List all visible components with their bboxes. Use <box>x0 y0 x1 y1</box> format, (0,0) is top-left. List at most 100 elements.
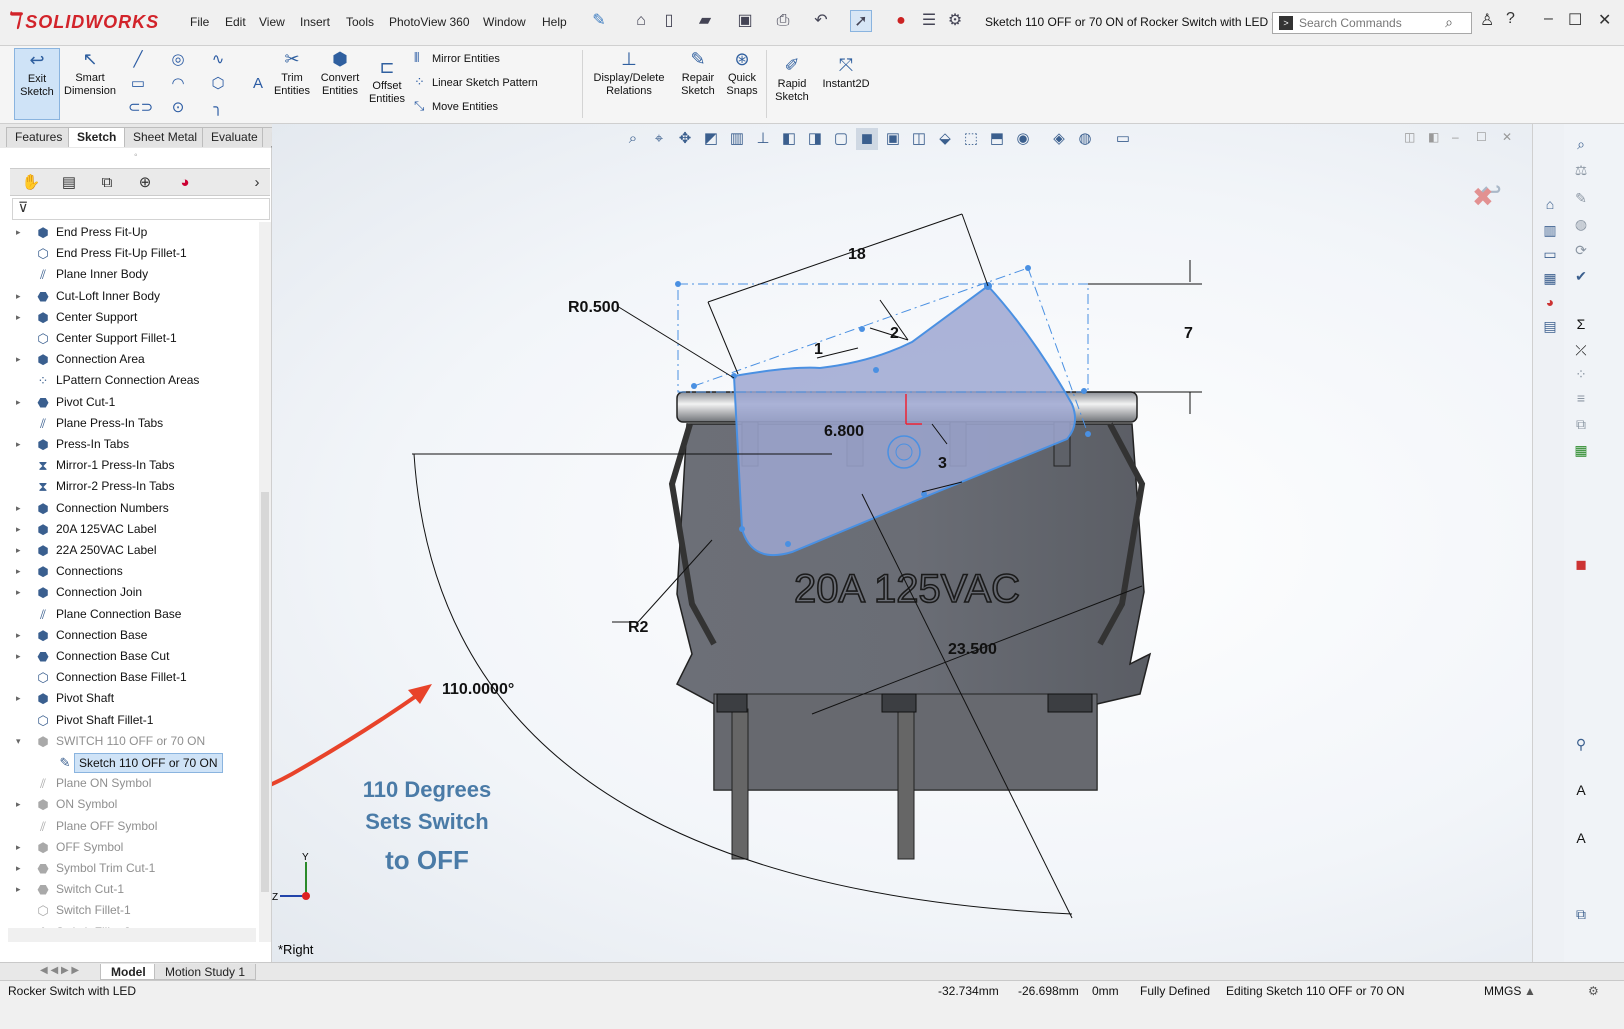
move-entities-button[interactable]: ⤡ Move Entities <box>414 98 498 114</box>
convert-entities-button[interactable]: ⬢ Convert Entities <box>316 48 364 98</box>
dim-r0500[interactable]: R0.500 <box>568 299 620 316</box>
solidworks-logo[interactable]: ℸ SOLIDWORKS <box>6 8 176 38</box>
tree-item[interactable]: ▸ ⬢ Pivot Shaft <box>8 688 258 709</box>
dim-1[interactable]: 1 <box>814 341 823 358</box>
expand-arrow-icon[interactable]: ▸ <box>16 286 26 307</box>
open-icon[interactable]: ▰ <box>694 10 716 32</box>
tree-item[interactable]: ✎ Sketch 110 OFF or 70 ON <box>8 752 258 773</box>
tab-sheet-metal[interactable]: Sheet Metal <box>124 127 207 147</box>
tree-scrollbar[interactable] <box>259 222 271 942</box>
expand-arrow-icon[interactable]: ▸ <box>16 392 26 413</box>
tree-item[interactable]: ▸ ⬣ Connection Base Cut <box>8 646 258 667</box>
slot-icon[interactable]: ⊂⊃ <box>128 98 153 118</box>
tree-item[interactable]: ▸ ⬢ ON Symbol <box>8 794 258 815</box>
expand-arrow-icon[interactable]: ▸ <box>16 879 26 900</box>
undo-icon[interactable]: ↶ <box>810 10 832 32</box>
tab-evaluate[interactable]: Evaluate <box>202 127 267 147</box>
tab-scroll-icon[interactable]: ◀ ◀ ▶ ▶ <box>40 965 79 976</box>
expand-arrow-icon[interactable]: ▸ <box>16 222 26 243</box>
tree-item[interactable]: ⁘ LPattern Connection Areas <box>8 370 258 391</box>
menu-help[interactable]: Help <box>542 15 567 29</box>
tree-item[interactable]: ⬡ Switch Fillet-1 <box>8 900 258 921</box>
spline-icon[interactable]: ∿ <box>208 50 228 70</box>
units-up-icon[interactable]: ▲ <box>1524 984 1536 998</box>
tree-item[interactable]: ▸ ⬣ Switch Cut-1 <box>8 879 258 900</box>
circle-icon[interactable]: ◎ <box>168 50 188 70</box>
tree-item[interactable]: ▸ ⬢ Center Support <box>8 307 258 328</box>
expand-arrow-icon[interactable]: ▸ <box>16 519 26 540</box>
tab-features[interactable]: Features <box>6 127 72 147</box>
search-tool-icon[interactable]: ⌕ <box>1570 134 1592 154</box>
design-library-icon[interactable]: ▥ <box>1539 220 1561 240</box>
tree-item[interactable]: ▸ ⬢ Connection Join <box>8 582 258 603</box>
rebuild-icon[interactable]: ● <box>890 10 912 32</box>
tree-item[interactable]: ▸ ⬣ Cut-Loft Inner Body <box>8 286 258 307</box>
maximize-button[interactable]: ☐ <box>1568 10 1582 30</box>
chevron-right-icon[interactable]: › <box>242 172 272 194</box>
pattern-tool-icon[interactable]: ⁘ <box>1570 364 1592 384</box>
close-button[interactable]: ✕ <box>1598 10 1611 30</box>
link-icon[interactable]: ⚲ <box>1570 734 1592 754</box>
tree-item[interactable]: ▸ ⬢ Connection Area <box>8 349 258 370</box>
arc-icon[interactable]: ◠ <box>168 74 188 94</box>
tab-motion-study[interactable]: Motion Study 1 <box>154 964 257 980</box>
tree-item[interactable]: ▸ ⬢ OFF Symbol <box>8 837 258 858</box>
point-icon[interactable]: ⊙ <box>168 98 188 118</box>
mirror-entities-button[interactable]: ⫴ Mirror Entities <box>414 50 500 66</box>
expand-arrow-icon[interactable]: ▸ <box>16 837 26 858</box>
pin-icon[interactable]: ✎ <box>588 10 610 32</box>
rapid-sketch-button[interactable]: ✐ Rapid Sketch <box>770 54 814 104</box>
dim-23500[interactable]: 23.500 <box>948 641 997 658</box>
fillet-sketch-icon[interactable]: ╮ <box>208 98 228 118</box>
relations-tool-icon[interactable]: ⤫ <box>1570 340 1592 360</box>
appearances-icon[interactable]: ◕ <box>1539 292 1561 312</box>
evaluate-icon[interactable]: ◍ <box>1570 214 1592 234</box>
exit-sketch-button[interactable]: ↩ Exit Sketch <box>14 48 60 120</box>
options-icon[interactable]: ⚙ <box>944 10 966 32</box>
tab-sketch[interactable]: Sketch <box>68 127 126 147</box>
tree-item[interactable]: ⬡ Connection Base Fillet-1 <box>8 667 258 688</box>
file-explorer-icon[interactable]: ▭ <box>1539 244 1561 264</box>
offset-entities-button[interactable]: ⊏ Offset Entities <box>366 56 408 106</box>
tree-item[interactable]: ⧗ Mirror-2 Press-In Tabs <box>8 476 258 497</box>
menu-insert[interactable]: Insert <box>300 15 330 29</box>
dim-r2[interactable]: R2 <box>628 619 649 636</box>
note-icon[interactable]: A <box>1570 780 1592 800</box>
tree-item[interactable]: ▸ ⬢ Connections <box>8 561 258 582</box>
display-delete-relations-button[interactable]: ⊥ Display/Delete Relations <box>586 48 672 98</box>
menu-view[interactable]: View <box>259 15 285 29</box>
custom-properties-icon[interactable]: ▤ <box>1539 316 1561 336</box>
tree-item[interactable]: ⬡ End Press Fit-Up Fillet-1 <box>8 243 258 264</box>
linear-sketch-pattern-button[interactable]: ⁘ Linear Sketch Pattern <box>414 74 538 90</box>
minimize-button[interactable]: – <box>1544 10 1553 28</box>
expand-arrow-icon[interactable]: ▸ <box>16 540 26 561</box>
copy-icon[interactable]: ⧉ <box>1570 904 1592 924</box>
tree-item[interactable]: ▸ ⬢ Connection Numbers <box>8 498 258 519</box>
expand-arrow-icon[interactable]: ▸ <box>16 434 26 455</box>
tree-item[interactable]: ▸ ⬢ Connection Base <box>8 625 258 646</box>
tree-item[interactable]: ⫽ Plane OFF Symbol <box>8 816 258 837</box>
tree-item[interactable]: ⫽ Plane Press-In Tabs <box>8 413 258 434</box>
check-icon[interactable]: ✔ <box>1570 266 1592 286</box>
dim-18[interactable]: 18 <box>848 246 866 263</box>
tree-item[interactable]: ▸ ⬢ Press-In Tabs <box>8 434 258 455</box>
expand-arrow-icon[interactable]: ▸ <box>16 794 26 815</box>
sigma-icon[interactable]: Σ <box>1570 314 1592 334</box>
tree-item[interactable]: ▸ ⬢ 20A 125VAC Label <box>8 519 258 540</box>
tree-horizontal-scrollbar[interactable] <box>8 928 256 942</box>
display-manager-tab-icon[interactable]: ◕ <box>170 172 200 194</box>
dimxpert-tab-icon[interactable]: ⊕ <box>130 172 160 194</box>
excel-icon[interactable]: ▦ <box>1570 440 1592 460</box>
repair-sketch-button[interactable]: ✎ Repair Sketch <box>676 48 720 98</box>
menu-file[interactable]: File <box>190 15 209 29</box>
scroll-thumb[interactable] <box>261 492 269 892</box>
tree-item[interactable]: ⫽ Plane ON Symbol <box>8 773 258 794</box>
expand-arrow-icon[interactable]: ▸ <box>16 858 26 879</box>
view-palette-icon[interactable]: ▦ <box>1539 268 1561 288</box>
menu-edit[interactable]: Edit <box>225 15 246 29</box>
tree-item[interactable]: ▸ ⬣ Symbol Trim Cut-1 <box>8 858 258 879</box>
tree-item[interactable]: ⬡ Pivot Shaft Fillet-1 <box>8 710 258 731</box>
help-icon[interactable]: ? <box>1506 10 1515 28</box>
tree-item[interactable]: ▸ ⬣ Pivot Cut-1 <box>8 392 258 413</box>
quick-snaps-button[interactable]: ⊛ Quick Snaps <box>722 48 762 98</box>
